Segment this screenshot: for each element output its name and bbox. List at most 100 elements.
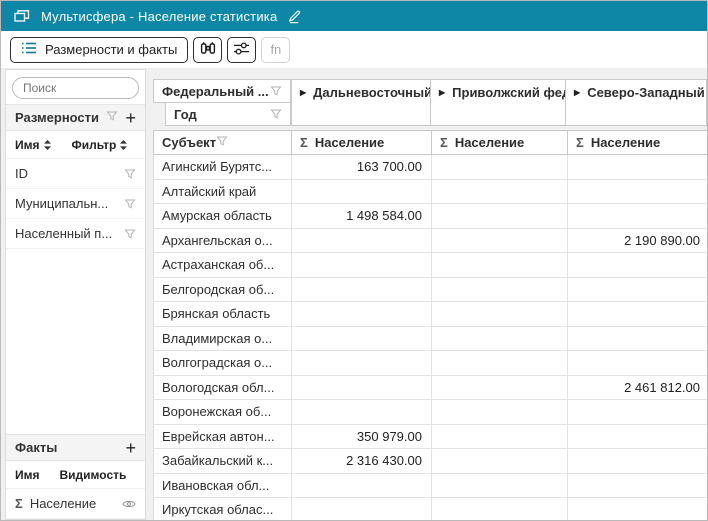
sort-name-icon[interactable] bbox=[43, 139, 52, 151]
column-group-header[interactable]: ▶Приволжский федеральный округ bbox=[431, 80, 566, 125]
dimension-item[interactable]: Муниципальн... bbox=[6, 189, 145, 219]
cell-value[interactable]: 2 461 812.00 bbox=[568, 376, 707, 400]
row-subject[interactable]: Брянская область bbox=[154, 302, 292, 326]
cell-value[interactable] bbox=[432, 327, 568, 351]
expand-arrow-icon[interactable]: ▶ bbox=[574, 88, 580, 97]
cell-value[interactable] bbox=[568, 498, 707, 520]
cell-value[interactable] bbox=[432, 351, 568, 375]
row-subject[interactable]: Агинский Бурятс... bbox=[154, 155, 292, 179]
row-subject[interactable]: Забайкальский к... bbox=[154, 449, 292, 473]
cell-value[interactable] bbox=[568, 155, 707, 179]
cell-value[interactable] bbox=[432, 155, 568, 179]
row-dimension-header[interactable]: Федеральный ... bbox=[153, 79, 291, 103]
cell-value[interactable] bbox=[568, 302, 707, 326]
row-subject[interactable]: Ивановская обл... bbox=[154, 474, 292, 498]
measure-header[interactable]: ΣНаселение bbox=[292, 131, 432, 154]
cell-value[interactable] bbox=[432, 204, 568, 228]
column-group-header[interactable]: ▶Северо-Западный федеральный округ bbox=[566, 80, 707, 125]
cell-value[interactable] bbox=[568, 449, 707, 473]
column-group-label: Дальневосточный федеральный округ bbox=[313, 85, 431, 100]
cell-value[interactable] bbox=[568, 425, 707, 449]
cell-value[interactable] bbox=[432, 425, 568, 449]
windows-icon[interactable] bbox=[13, 8, 31, 24]
dimension-filter-icon[interactable] bbox=[124, 228, 136, 240]
settings-sliders-button[interactable] bbox=[227, 37, 256, 63]
add-fact-button[interactable]: + bbox=[125, 439, 136, 457]
cell-value[interactable]: 350 979.00 bbox=[292, 425, 432, 449]
cell-value[interactable] bbox=[432, 376, 568, 400]
edit-title-icon[interactable] bbox=[287, 9, 302, 24]
cell-value[interactable] bbox=[292, 278, 432, 302]
subject-column-header[interactable]: Субъект bbox=[154, 131, 292, 154]
cell-value[interactable] bbox=[568, 351, 707, 375]
row-subject[interactable]: Иркутская облас... bbox=[154, 498, 292, 520]
expand-arrow-icon[interactable]: ▶ bbox=[300, 88, 306, 97]
year-dimension-header[interactable]: Год bbox=[165, 102, 291, 126]
search-binoculars-button[interactable] bbox=[193, 37, 222, 63]
row-subject[interactable]: Владимирская о... bbox=[154, 327, 292, 351]
row-subject[interactable]: Амурская область bbox=[154, 204, 292, 228]
dimensions-facts-label: Размерности и факты bbox=[45, 42, 177, 57]
search-input[interactable] bbox=[12, 77, 139, 99]
cell-value[interactable] bbox=[568, 400, 707, 424]
dimension-item[interactable]: Населенный п... bbox=[6, 219, 145, 249]
dimensions-facts-button[interactable]: Размерности и факты bbox=[10, 37, 188, 63]
cell-value[interactable] bbox=[292, 302, 432, 326]
dimension-item[interactable]: ID bbox=[6, 159, 145, 189]
dimensions-filter-icon[interactable] bbox=[106, 110, 118, 125]
sliders-icon bbox=[233, 41, 250, 59]
cell-value[interactable] bbox=[432, 180, 568, 204]
add-dimension-button[interactable]: + bbox=[125, 109, 136, 127]
cell-value[interactable] bbox=[568, 327, 707, 351]
cell-value[interactable] bbox=[432, 498, 568, 520]
expand-arrow-icon[interactable]: ▶ bbox=[439, 88, 445, 97]
cell-value[interactable] bbox=[292, 498, 432, 520]
column-group-header[interactable]: ▶ Дальневосточный федеральный округ bbox=[292, 80, 431, 125]
cell-value[interactable] bbox=[292, 229, 432, 253]
cell-value[interactable] bbox=[568, 180, 707, 204]
cell-value[interactable] bbox=[568, 278, 707, 302]
row-subject[interactable]: Волгоградская о... bbox=[154, 351, 292, 375]
subject-filter-icon[interactable] bbox=[216, 135, 228, 150]
measure-header[interactable]: ΣНаселение bbox=[432, 131, 568, 154]
cell-value[interactable] bbox=[568, 253, 707, 277]
cell-value[interactable] bbox=[432, 278, 568, 302]
fn-button[interactable]: fn bbox=[261, 37, 290, 63]
cell-value[interactable] bbox=[292, 327, 432, 351]
row-subject[interactable]: Архангельская о... bbox=[154, 229, 292, 253]
cell-value[interactable] bbox=[432, 474, 568, 498]
cell-value[interactable] bbox=[292, 351, 432, 375]
row-subject[interactable]: Астраханская об... bbox=[154, 253, 292, 277]
row-subject[interactable]: Воронежская об... bbox=[154, 400, 292, 424]
cell-value[interactable] bbox=[292, 474, 432, 498]
visibility-eye-icon[interactable] bbox=[122, 499, 136, 509]
cell-value[interactable]: 1 498 584.00 bbox=[292, 204, 432, 228]
row-subject[interactable]: Вологодская обл... bbox=[154, 376, 292, 400]
cell-value[interactable] bbox=[292, 180, 432, 204]
row-subject[interactable]: Алтайский край bbox=[154, 180, 292, 204]
dimension-filter-icon[interactable] bbox=[124, 198, 136, 210]
cell-value[interactable] bbox=[432, 449, 568, 473]
cell-value[interactable] bbox=[432, 302, 568, 326]
table-row: Астраханская об... bbox=[154, 253, 707, 278]
sort-filter-icon[interactable] bbox=[119, 139, 128, 151]
dimension-filter-icon[interactable] bbox=[124, 168, 136, 180]
measure-header[interactable]: ΣНаселение bbox=[568, 131, 707, 154]
cell-value[interactable] bbox=[568, 474, 707, 498]
cell-value[interactable] bbox=[568, 204, 707, 228]
cell-value[interactable] bbox=[292, 376, 432, 400]
cell-value[interactable]: 163 700.00 bbox=[292, 155, 432, 179]
cell-value[interactable] bbox=[432, 400, 568, 424]
cell-value[interactable]: 2 316 430.00 bbox=[292, 449, 432, 473]
row-subject[interactable]: Еврейская автон... bbox=[154, 425, 292, 449]
year-filter-icon[interactable] bbox=[270, 108, 282, 120]
cell-value[interactable] bbox=[292, 400, 432, 424]
cell-value[interactable]: 2 190 890.00 bbox=[568, 229, 707, 253]
cell-value[interactable] bbox=[432, 229, 568, 253]
fact-item-population[interactable]: Σ Население bbox=[6, 489, 145, 519]
cell-value[interactable] bbox=[292, 253, 432, 277]
federal-filter-icon[interactable] bbox=[270, 85, 282, 97]
table-row: Алтайский край bbox=[154, 180, 707, 205]
row-subject[interactable]: Белгородская об... bbox=[154, 278, 292, 302]
cell-value[interactable] bbox=[432, 253, 568, 277]
